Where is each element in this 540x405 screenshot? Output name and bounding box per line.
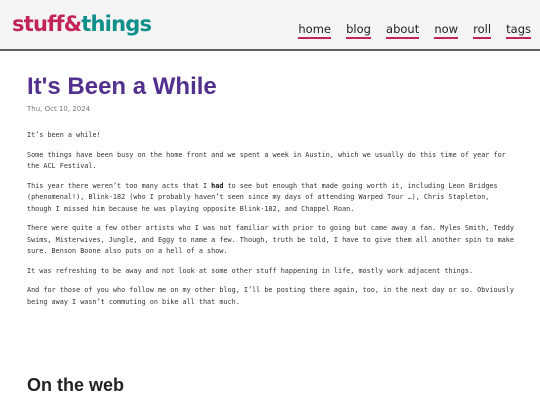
logo-word-things: things bbox=[81, 12, 152, 36]
post-body: It’s been a while! Some things have been… bbox=[27, 130, 515, 308]
site-header: stuff&things home blog about now roll ta… bbox=[0, 0, 540, 51]
nav-blog-link[interactable]: blog bbox=[346, 22, 371, 39]
post-paragraph: This year there weren’t too many acts th… bbox=[27, 181, 515, 216]
site-logo[interactable]: stuff&things bbox=[12, 11, 152, 37]
post-title: It's Been a While bbox=[27, 73, 217, 100]
nav-about-link[interactable]: about bbox=[386, 22, 420, 39]
post-paragraph: It was refreshing to be away and not loo… bbox=[27, 266, 474, 275]
section-heading-on-the-web: On the web bbox=[27, 375, 125, 395]
post-paragraph: It’s been a while! bbox=[27, 131, 101, 139]
logo-ampersand: & bbox=[63, 12, 82, 36]
main-nav: home blog about now roll tags bbox=[288, 18, 531, 39]
post-paragraph: Some things have been busy on the home f… bbox=[27, 150, 506, 171]
post-article: It's Been a While Thu, Oct 10, 2024 It’s… bbox=[27, 72, 515, 316]
nav-now-link[interactable]: now bbox=[434, 22, 459, 39]
nav-roll-link[interactable]: roll bbox=[473, 22, 492, 39]
emphasis-text: had bbox=[211, 181, 224, 190]
logo-word-stuff: stuff bbox=[12, 12, 65, 36]
nav-tags-link[interactable]: tags bbox=[506, 22, 531, 39]
post-date: Thu, Oct 10, 2024 bbox=[27, 105, 91, 113]
post-paragraph: And for those of you who follow me on my… bbox=[27, 286, 514, 306]
nav-home-link[interactable]: home bbox=[298, 22, 331, 39]
paragraph-text: This year there weren’t too many acts th… bbox=[27, 181, 212, 190]
post-paragraph: There were quite a few other artists who… bbox=[27, 224, 514, 255]
